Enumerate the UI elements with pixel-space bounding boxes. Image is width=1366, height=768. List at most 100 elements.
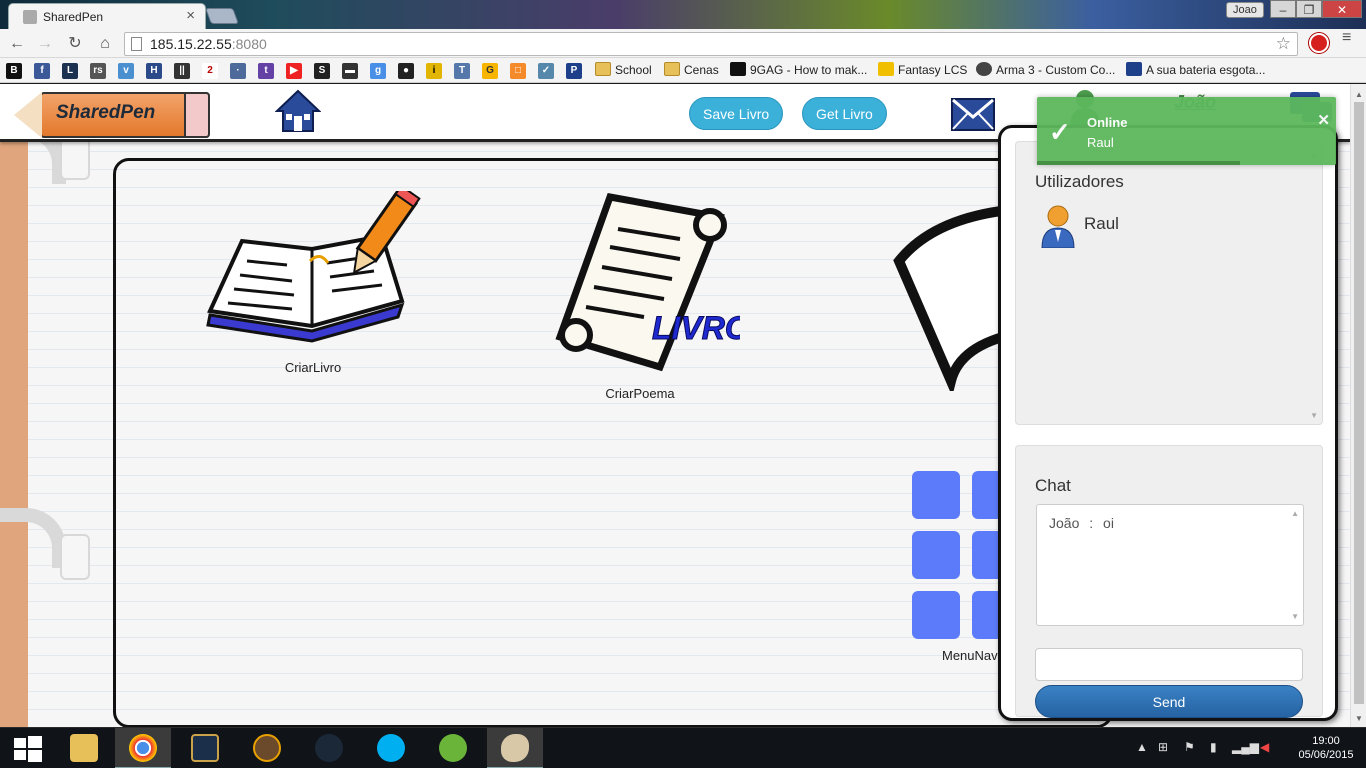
back-icon[interactable]: ← [6, 33, 28, 55]
close-window-button[interactable]: ✕ [1322, 0, 1362, 18]
taskbar-league[interactable] [177, 728, 233, 768]
flag-icon[interactable]: ⚑ [1184, 740, 1195, 754]
close-icon[interactable]: ✕ [1317, 111, 1330, 129]
scroll-down-icon[interactable]: ▼ [1310, 411, 1318, 420]
open-book-pencil-icon [206, 184, 421, 343]
notification-progress [1037, 161, 1241, 165]
clock[interactable]: 19:00 05/06/2015 [1296, 734, 1356, 762]
scroll-down-icon[interactable]: ▼ [1291, 612, 1299, 621]
p-icon [1126, 62, 1142, 76]
battery-icon[interactable]: ▮ [1210, 740, 1217, 754]
livro-badge: LIVRO [652, 310, 740, 346]
bookmark-9gag[interactable]: 9GAG - How to mak... [730, 62, 867, 77]
bookmark-fantasy-lcs[interactable]: Fantasy LCS [878, 62, 967, 77]
bookmark-icon[interactable]: f [34, 63, 50, 79]
windows-taskbar: ▲ ⊞ ⚑ ▮ ▂▄▆ ◀ 19:00 05/06/2015 [0, 727, 1366, 768]
windows-logo-icon [14, 736, 42, 762]
scroll-down-icon[interactable]: ▼ [1355, 714, 1363, 723]
scroll-up-icon[interactable]: ▲ [1355, 90, 1363, 99]
bookmark-icon[interactable]: 2 [202, 63, 218, 79]
steam-icon [315, 734, 343, 762]
bookmark-icon[interactable]: □ [510, 63, 526, 79]
forward-icon[interactable]: → [34, 33, 56, 55]
bookmark-icon[interactable]: ✓ [538, 63, 554, 79]
taskbar-skype[interactable] [363, 728, 419, 768]
clock-date: 05/06/2015 [1298, 749, 1354, 761]
apps-board: CriarLivro LIVRO CriarPoema [113, 158, 1113, 727]
chat-messages[interactable]: João : oi ▲ ▼ [1036, 504, 1304, 626]
mail-icon[interactable] [951, 98, 995, 131]
bookmark-icon[interactable]: B [6, 63, 22, 79]
bookmark-star-icon[interactable]: ☆ [1276, 34, 1291, 54]
sharedpen-logo[interactable]: SharedPen [14, 92, 210, 138]
get-livro-button[interactable]: Get Livro [802, 97, 887, 130]
chat-message: João : oi [1049, 515, 1114, 531]
chat-message-input[interactable] [1035, 648, 1303, 681]
youtube-icon[interactable]: ▶ [286, 63, 302, 79]
bookmark-icon[interactable]: L [62, 63, 78, 79]
bookmark-arma[interactable]: Arma 3 - Custom Co... [976, 62, 1115, 77]
fantasy-icon [878, 62, 894, 76]
new-tab-button[interactable] [205, 8, 239, 24]
bookmark-icon[interactable]: || [174, 63, 190, 79]
bookmarks-bar: B f L rs v H || 2 · t ▶ S ▬ g ● i T G □ … [0, 58, 1366, 83]
signal-icon[interactable]: ▂▄▆ [1232, 740, 1259, 754]
address-bar[interactable]: 185.15.22.55:8080 ☆ [124, 32, 1298, 56]
bookmark-icon[interactable]: P [566, 63, 582, 79]
bookmark-icon[interactable]: ● [398, 63, 414, 79]
notebook-ring [0, 508, 66, 568]
chat-title: Chat [1035, 476, 1071, 495]
volume-icon[interactable]: ◀ [1260, 740, 1269, 754]
imdb-icon[interactable]: i [426, 63, 442, 79]
taskbar-utorrent[interactable] [425, 728, 481, 768]
taskbar-hearthstone[interactable] [239, 728, 295, 768]
twitch-icon[interactable]: t [258, 63, 274, 79]
user-avatar-icon [1041, 205, 1075, 248]
message-separator: : [1089, 515, 1094, 531]
scroll-up-icon[interactable]: ▲ [1291, 509, 1299, 518]
home-icon[interactable]: ⌂ [94, 33, 116, 55]
taskbar-explorer[interactable] [56, 728, 112, 768]
taskbar-paint[interactable] [487, 728, 543, 768]
clock-time: 19:00 [1312, 735, 1340, 747]
bookmark-icon[interactable]: H [146, 63, 162, 79]
hearthstone-icon [253, 734, 281, 762]
notification-message: Raul [1087, 135, 1114, 150]
folder-icon [595, 62, 611, 76]
online-notification[interactable]: ✓ Online Raul ✕ [1037, 97, 1336, 165]
minimize-button[interactable]: – [1270, 0, 1296, 18]
google-icon[interactable]: g [370, 63, 386, 79]
maximize-button[interactable]: ❐ [1296, 0, 1322, 18]
tab-close-icon[interactable]: × [186, 7, 195, 24]
bookmark-bateria[interactable]: A sua bateria esgota... [1126, 62, 1265, 77]
taskbar-steam[interactable] [301, 728, 357, 768]
home-icon[interactable] [275, 88, 321, 134]
tray-expand-icon[interactable]: ▲ [1136, 740, 1148, 754]
page-icon [131, 37, 142, 51]
folder-icon [664, 62, 680, 76]
send-button[interactable]: Send [1035, 685, 1303, 718]
bookmark-icon[interactable]: T [454, 63, 470, 79]
chrome-menu-icon[interactable]: ≡ [1342, 30, 1358, 46]
extension-icon[interactable] [1309, 33, 1329, 53]
bookmark-icon[interactable]: G [482, 63, 498, 79]
bookmark-icon[interactable]: rs [90, 63, 106, 79]
save-livro-button[interactable]: Save Livro [689, 97, 784, 130]
profile-button[interactable]: Joao [1226, 2, 1264, 18]
bookmark-icon[interactable]: · [230, 63, 246, 79]
browser-tab[interactable]: SharedPen × [8, 3, 206, 29]
app-criar-livro[interactable]: CriarLivro [202, 184, 424, 375]
start-button[interactable] [0, 728, 56, 768]
scrollbar-thumb[interactable] [1354, 102, 1364, 704]
app-criar-poema[interactable]: LIVRO CriarPoema [540, 187, 750, 401]
tab-favicon-icon [23, 10, 37, 24]
bookmark-folder-cenas[interactable]: Cenas [664, 62, 719, 77]
page-scrollbar[interactable]: ▲ ▼ [1350, 84, 1366, 727]
reload-icon[interactable]: ↻ [64, 33, 86, 55]
network-icon[interactable]: ⊞ [1158, 740, 1168, 754]
bookmark-icon[interactable]: ▬ [342, 63, 358, 79]
bookmark-folder-school[interactable]: School [595, 62, 652, 77]
bookmark-icon[interactable]: S [314, 63, 330, 79]
bookmark-icon[interactable]: v [118, 63, 134, 79]
taskbar-chrome[interactable] [115, 728, 171, 768]
